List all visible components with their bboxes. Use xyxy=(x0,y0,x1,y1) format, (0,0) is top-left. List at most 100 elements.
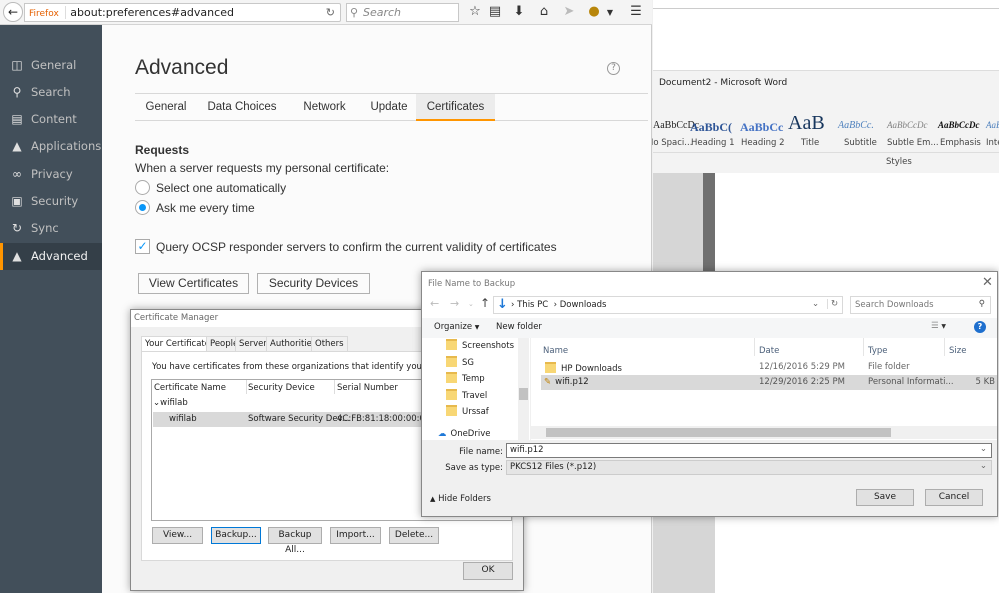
nav-scrollbar[interactable] xyxy=(518,338,529,440)
file-type: Personal Informati... xyxy=(868,377,954,387)
sidebar-item-content[interactable]: ▤ Content xyxy=(0,106,102,133)
sidebar-item-advanced[interactable]: ▲ Advanced xyxy=(0,243,102,270)
scrollbar-thumb[interactable] xyxy=(519,388,528,400)
column-header-size[interactable]: Size xyxy=(949,346,966,356)
tab-others[interactable]: Others xyxy=(311,336,348,351)
tab-network[interactable]: Network xyxy=(287,94,362,120)
sidebar-item-sync[interactable]: ↻ Sync xyxy=(0,215,102,242)
search-downloads-input[interactable]: Search Downloads ⚲ xyxy=(850,296,991,314)
save-as-type-select[interactable]: PKCS12 Files (*.p12) ⌄ xyxy=(506,460,992,475)
search-box[interactable]: ⚲ Search xyxy=(346,3,459,22)
nav-item[interactable]: Travel xyxy=(446,388,487,404)
chevron-down-icon[interactable]: ⌄ xyxy=(980,461,987,471)
ocsp-label[interactable]: Query OCSP responder servers to confirm … xyxy=(156,240,557,254)
new-folder-button[interactable]: New folder xyxy=(496,322,542,332)
file-row-selected[interactable]: ✎ wifi.p12 12/29/2016 2:25 PM Personal In… xyxy=(541,375,997,390)
nav-item-onedrive[interactable]: ☁ OneDrive xyxy=(438,426,490,438)
menu-icon[interactable]: ☰ xyxy=(628,4,644,19)
column-header[interactable]: Security Device xyxy=(248,383,315,393)
ok-button[interactable]: OK xyxy=(463,562,513,580)
radio-ask-every-time[interactable] xyxy=(135,200,150,215)
save-button[interactable]: Save xyxy=(856,489,914,506)
breadcrumb: › This PC › Downloads xyxy=(511,300,607,310)
style-emphasis[interactable]: AaBbCcDc xyxy=(938,120,980,130)
nav-item[interactable]: SG xyxy=(446,355,474,371)
ocsp-checkbox[interactable]: ✓ xyxy=(135,239,150,254)
forward-arrow-icon[interactable]: → xyxy=(450,297,459,310)
sidebar-item-search[interactable]: ⚲ Search xyxy=(0,79,102,106)
radio-select-automatically[interactable] xyxy=(135,180,150,195)
backup-all-button[interactable]: Backup All... xyxy=(268,527,322,555)
sidebar-item-applications[interactable]: ▲ Applications xyxy=(0,133,102,160)
tab-update[interactable]: Update xyxy=(362,94,416,120)
view-button[interactable]: View... xyxy=(152,527,203,544)
advanced-icon: ▲ xyxy=(12,249,22,263)
column-header[interactable]: Certificate Name xyxy=(154,383,226,393)
style-heading-1[interactable]: AaBbC( xyxy=(690,120,732,135)
home-icon[interactable]: ⌂ xyxy=(536,4,552,19)
backup-button[interactable]: Backup... xyxy=(211,527,261,544)
cancel-button[interactable]: Cancel xyxy=(925,489,983,506)
reload-icon[interactable]: ↻ xyxy=(326,4,335,21)
refresh-icon[interactable]: ↻ xyxy=(827,299,838,309)
sidebar-item-privacy[interactable]: ∞ Privacy xyxy=(0,161,102,188)
styles-group-label: Styles xyxy=(886,157,912,167)
file-row[interactable]: HP Downloads 12/16/2016 5:29 PM File fol… xyxy=(531,360,997,375)
security-devices-button[interactable]: Security Devices xyxy=(257,273,370,294)
style-heading-2[interactable]: AaBbCc xyxy=(740,120,783,135)
horizontal-scrollbar[interactable] xyxy=(531,426,997,439)
chevron-down-icon[interactable]: ⌄ xyxy=(812,299,819,309)
nav-item[interactable]: Temp xyxy=(446,371,485,387)
bookmark-star-icon[interactable]: ☆ xyxy=(467,4,483,19)
column-header[interactable]: Serial Number xyxy=(337,383,398,393)
bookmarks-list-icon[interactable]: ▤ xyxy=(487,4,503,19)
close-icon[interactable]: ✕ xyxy=(982,275,993,290)
chevron-down-icon[interactable]: ⌄ xyxy=(980,444,987,454)
breadcrumb-downloads[interactable]: Downloads xyxy=(560,300,607,310)
hide-folders-button[interactable]: ▲ Hide Folders xyxy=(430,494,491,504)
help-icon[interactable]: ? xyxy=(607,62,620,75)
tree-group[interactable]: ⌄wifilab xyxy=(153,398,188,408)
url-bar[interactable]: Firefox about:preferences#advanced ↻ xyxy=(24,3,341,22)
folder-icon xyxy=(446,339,457,350)
column-header-date[interactable]: Date xyxy=(759,346,779,356)
tab-data-choices[interactable]: Data Choices xyxy=(197,94,287,120)
file-name: ✎ wifi.p12 xyxy=(544,377,589,387)
pocket-icon[interactable]: ➤ xyxy=(561,4,577,19)
column-header-type[interactable]: Type xyxy=(868,346,888,356)
divider xyxy=(246,380,247,394)
divider xyxy=(653,8,999,9)
back-arrow-icon[interactable]: ← xyxy=(430,297,439,310)
delete-button[interactable]: Delete... xyxy=(389,527,439,544)
sidebar-item-general[interactable]: ◫ General xyxy=(0,52,102,79)
organize-button[interactable]: Organize ▼ xyxy=(434,322,479,332)
chevron-down-icon[interactable]: ▼ xyxy=(602,8,618,17)
view-certificates-button[interactable]: View Certificates xyxy=(138,273,249,294)
style-subtitle[interactable]: AaBbCc. xyxy=(838,120,874,131)
address-bar[interactable]: ↓ › This PC › Downloads ⌄ ↻ xyxy=(493,296,843,314)
back-button[interactable]: ← xyxy=(3,2,23,22)
help-icon[interactable]: ? xyxy=(974,321,986,333)
tab-general[interactable]: General xyxy=(135,94,197,120)
style-subtle-emphasis[interactable]: AaBbCcDc xyxy=(887,120,928,130)
breadcrumb-this-pc[interactable]: This PC xyxy=(517,300,548,310)
nav-item[interactable]: Screenshots xyxy=(446,338,514,354)
downloads-icon[interactable]: ⬇ xyxy=(511,4,527,19)
file-name-input[interactable]: wifi.p12 ⌄ xyxy=(506,443,992,458)
import-button[interactable]: Import... xyxy=(330,527,381,544)
up-arrow-icon[interactable]: ↑ xyxy=(480,296,490,310)
radio-select-automatically-label[interactable]: Select one automatically xyxy=(156,181,286,195)
style-intense[interactable]: AaB xyxy=(986,120,999,130)
radio-ask-every-time-label[interactable]: Ask me every time xyxy=(156,201,255,215)
view-options-icon[interactable]: ☰ ▼ xyxy=(931,321,946,331)
tab-certificates[interactable]: Certificates xyxy=(416,94,495,121)
preferences-sidebar: ◫ General ⚲ Search ▤ Content ▲ Applications … xyxy=(0,25,102,593)
chevron-down-icon[interactable]: ⌄ xyxy=(468,300,474,308)
sidebar-item-security[interactable]: ▣ Security xyxy=(0,188,102,215)
style-title[interactable]: AaB xyxy=(788,112,825,135)
extension-monkey-icon[interactable]: ● xyxy=(586,4,602,19)
scrollbar-thumb[interactable] xyxy=(546,428,891,437)
sidebar-item-label: Search xyxy=(31,85,71,99)
nav-item[interactable]: Urssaf xyxy=(446,404,489,420)
column-header-name[interactable]: Name xyxy=(543,346,568,356)
